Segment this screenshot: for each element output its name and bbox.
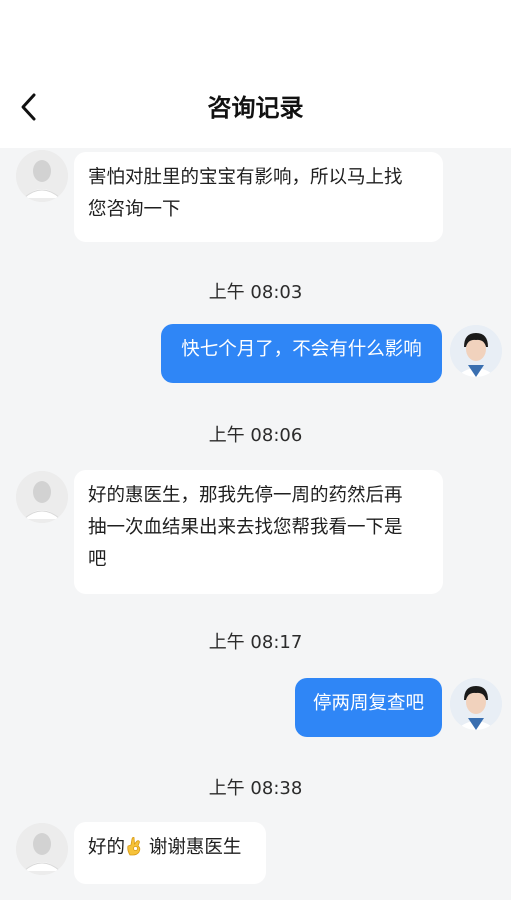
doctor-photo-icon: [450, 678, 502, 730]
message-text: 快七个月了，不会有什么影响: [181, 339, 422, 360]
doctor-photo-icon: [450, 325, 502, 377]
message-text: 好的惠医生，那我先停一周的药然后再: [88, 485, 403, 506]
ok-hand-emoji-icon: [127, 837, 141, 856]
message-text: 谢谢惠医生: [143, 837, 242, 858]
patient-avatar[interactable]: [16, 823, 68, 875]
page-title: 咨询记录: [207, 94, 304, 122]
message-bubble-incoming[interactable]: 好的惠医生，那我先停一周的药然后再 抽一次血结果出来去找您帮我看一下是 吧: [74, 470, 443, 594]
doctor-avatar[interactable]: [450, 325, 502, 377]
message-bubble-outgoing[interactable]: 快七个月了，不会有什么影响: [161, 324, 442, 383]
default-user-icon: [16, 150, 68, 202]
message-bubble-incoming[interactable]: 害怕对肚里的宝宝有影响，所以马上找 您咨询一下: [74, 152, 443, 242]
message-timestamp: 上午 08:06: [208, 425, 303, 446]
message-text: 抽一次血结果出来去找您帮我看一下是: [88, 517, 403, 538]
message-text: 吧: [88, 549, 107, 570]
message-bubble-outgoing[interactable]: 停两周复查吧: [295, 678, 442, 737]
patient-avatar[interactable]: [16, 150, 68, 202]
app-header: 咨询记录: [0, 0, 511, 148]
doctor-avatar[interactable]: [450, 678, 502, 730]
default-user-icon: [16, 823, 68, 875]
default-user-icon: [16, 471, 68, 523]
message-text: 停两周复查吧: [312, 693, 424, 714]
message-timestamp: 上午 08:17: [208, 632, 303, 653]
message-text: 害怕对肚里的宝宝有影响，所以马上找: [88, 167, 403, 188]
message-text: 您咨询一下: [88, 199, 181, 220]
message-timestamp: 上午 08:38: [208, 778, 303, 799]
message-timestamp: 上午 08:03: [208, 282, 303, 303]
message-text: 好的: [88, 837, 126, 858]
message-bubble-incoming[interactable]: 好的 谢谢惠医生: [74, 822, 266, 884]
chat-area[interactable]: 害怕对肚里的宝宝有影响，所以马上找 您咨询一下 上午 08:03 快七个月了，不…: [0, 148, 511, 900]
patient-avatar[interactable]: [16, 471, 68, 523]
